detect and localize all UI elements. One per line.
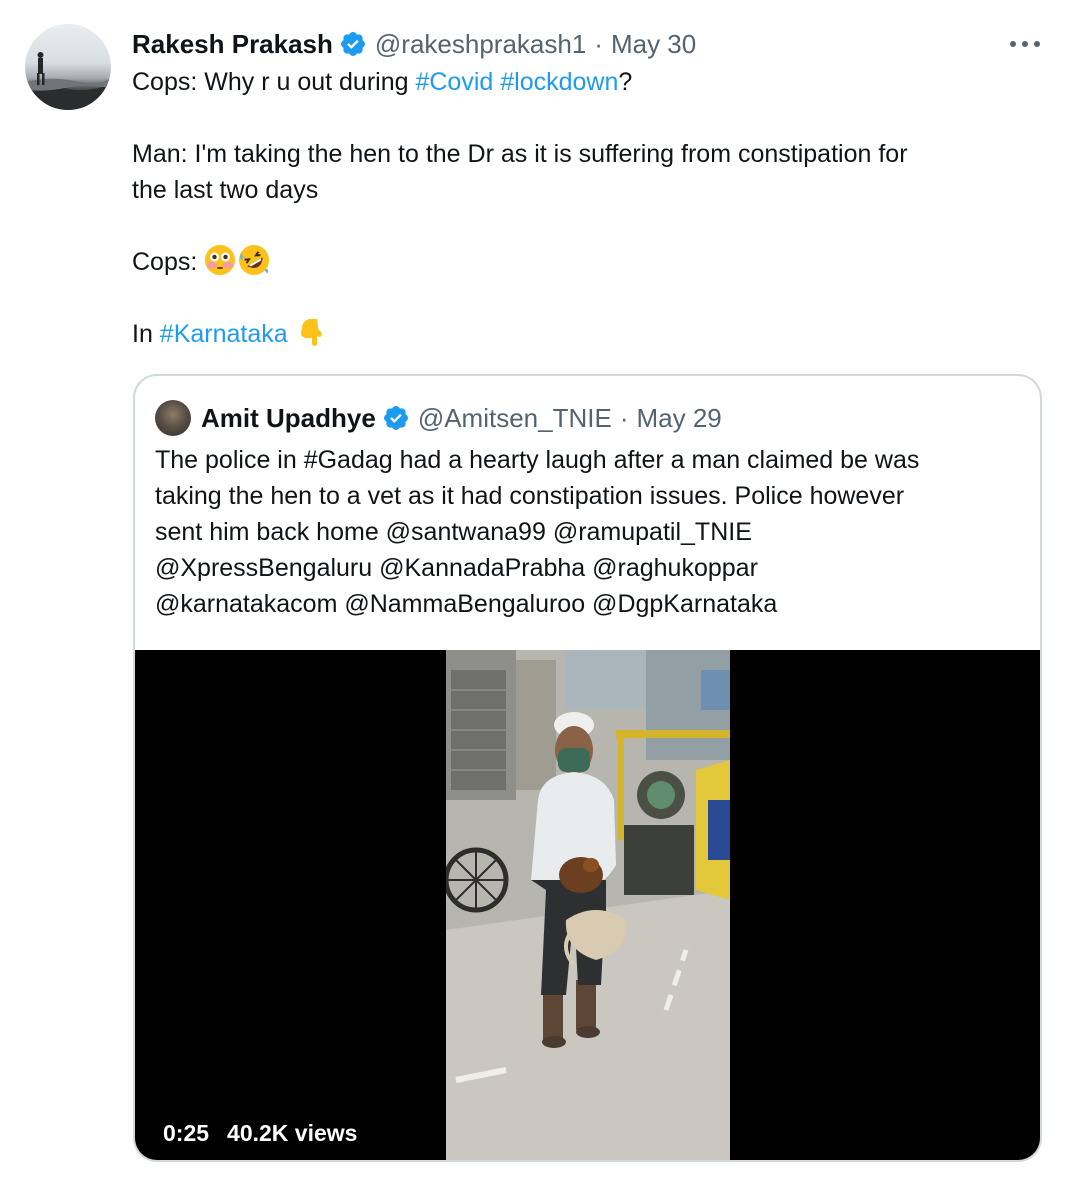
tweet-date[interactable]: May 30 — [611, 29, 696, 60]
quoted-tweet-card[interactable]: Amit Upadhye @Amitsen_TNIE · May 29 The … — [133, 374, 1042, 1162]
text-span: In — [132, 320, 160, 348]
quoted-tweet-line: @karnatakacom @NammaBengaluroo @DgpKarna… — [155, 590, 778, 618]
verified-badge-icon — [340, 32, 365, 56]
video-player[interactable]: 0:25 40.2K views — [135, 650, 1040, 1160]
text-span: ? — [618, 68, 633, 96]
tweet-line: Man: I'm taking the hen to the Dr as it … — [132, 140, 908, 168]
tweet-line: Cops: Why r u out during #Covid #lockdow… — [132, 64, 1032, 100]
text-span: Cops: Why r u out during — [132, 68, 416, 96]
quoted-tweet-text: The police in #Gadag had a hearty laugh … — [155, 442, 1025, 622]
author-avatar[interactable] — [25, 24, 111, 110]
video-duration: 0:25 — [163, 1120, 210, 1146]
header-separator: · — [594, 28, 603, 59]
video-views: 40.2K views — [227, 1120, 358, 1146]
text-span: Cops: — [132, 248, 205, 276]
quoted-tweet-date[interactable]: May 29 — [636, 403, 721, 434]
hashtag-covid[interactable]: #Covid — [415, 68, 493, 96]
quoted-tweet-header: Amit Upadhye @Amitsen_TNIE · May 29 — [155, 398, 722, 438]
tweet-header: Rakesh Prakash @rakeshprakash1 · May 30 — [132, 26, 696, 62]
header-separator: · — [619, 402, 629, 433]
pointing-down-icon — [300, 319, 322, 346]
hashtag-lockdown[interactable]: #lockdown — [500, 68, 618, 96]
quoted-author-avatar[interactable] — [155, 400, 191, 436]
video-meta: 0:25 40.2K views — [163, 1120, 357, 1147]
quoted-tweet-line: The police in #Gadag had a hearty laugh … — [155, 446, 920, 474]
quoted-tweet-line: @XpressBengaluru @KannadaPrabha @raghuko… — [155, 554, 758, 582]
quoted-tweet-line: taking the hen to a vet as it had consti… — [155, 482, 905, 510]
tweet-line: Cops: — [132, 244, 1032, 280]
tweet-text: Cops: Why r u out during #Covid #lockdow… — [132, 64, 1032, 352]
hashtag-karnataka[interactable]: #Karnataka — [160, 320, 288, 348]
quoted-author-display-name[interactable]: Amit Upadhye — [201, 403, 376, 434]
rolling-on-floor-laughing-icon — [239, 245, 270, 275]
video-thumbnail — [446, 650, 730, 1160]
more-options-icon[interactable] — [1010, 30, 1040, 58]
author-display-name[interactable]: Rakesh Prakash — [132, 29, 333, 60]
tweet-line: In #Karnataka — [132, 316, 1032, 352]
tweet-line: the last two days — [132, 176, 319, 204]
author-handle[interactable]: @rakeshprakash1 — [375, 29, 586, 60]
flushed-face-icon — [205, 245, 236, 275]
quoted-author-handle[interactable]: @Amitsen_TNIE — [418, 403, 612, 434]
quoted-tweet-line: sent him back home @santwana99 @ramupati… — [155, 518, 752, 546]
verified-badge-icon — [383, 406, 408, 430]
